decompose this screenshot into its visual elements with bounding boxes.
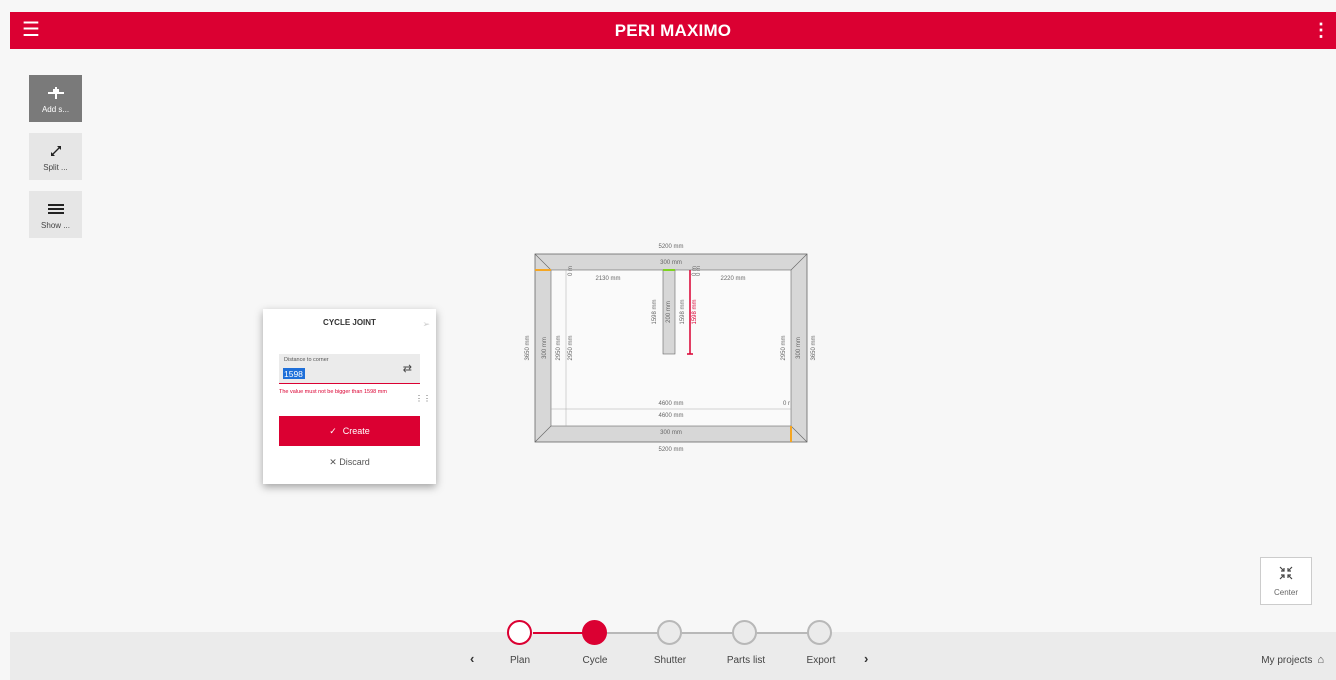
step-export-circle[interactable] <box>807 620 832 645</box>
close-icon: ✕ <box>329 457 337 467</box>
step-parts-list-label[interactable]: Parts list <box>727 655 765 666</box>
create-label: Create <box>342 426 370 436</box>
previous-step-icon[interactable]: ‹ <box>470 651 474 666</box>
distance-field-label: Distance to corner <box>284 357 329 363</box>
svg-text:4600 mm: 4600 mm <box>658 401 683 407</box>
svg-text:0 r: 0 r <box>783 401 790 407</box>
layers-icon <box>47 200 64 218</box>
svg-text:0 m: 0 m <box>568 266 574 276</box>
more-options-icon[interactable]: ⋮ <box>1312 18 1330 42</box>
dialog-title: CYCLE JOINT <box>323 318 376 327</box>
svg-text:300 mm: 300 mm <box>796 337 802 359</box>
my-projects-link[interactable]: My projects ⌂ <box>1261 654 1324 666</box>
svg-text:300 mm: 300 mm <box>542 337 548 359</box>
validation-error: The value must not be bigger than 1598 m… <box>279 389 387 395</box>
svg-text:2950 mm: 2950 mm <box>781 335 787 360</box>
home-icon: ⌂ <box>1317 654 1324 666</box>
svg-text:1598 mm: 1598 mm <box>692 299 698 324</box>
center-label: Center <box>1273 587 1298 597</box>
collapse-arrows-icon <box>1278 566 1294 582</box>
app-header: ☰ PERI MAXIMO ⋮ <box>10 12 1336 49</box>
svg-text:2220 mm: 2220 mm <box>720 276 745 282</box>
distance-input[interactable] <box>283 368 305 379</box>
next-step-icon[interactable]: › <box>864 651 868 666</box>
floor-plan-drawing[interactable]: 5200 mm 300 mm 2130 mm 2220 mm 0 m 0 m 0… <box>520 236 820 458</box>
cycle-joint-dialog: CYCLE JOINT ➢ Distance to corner ⇄ The v… <box>263 309 436 484</box>
step-cycle-circle[interactable] <box>582 620 607 645</box>
svg-text:3650 mm: 3650 mm <box>811 335 817 360</box>
step-parts-list-circle[interactable] <box>732 620 757 645</box>
add-segment-label: Add s... <box>41 104 70 114</box>
svg-text:3650 mm: 3650 mm <box>525 335 531 360</box>
step-export-label[interactable]: Export <box>807 655 836 666</box>
add-segment-icon <box>47 84 64 102</box>
center-view-button[interactable]: Center <box>1260 557 1312 605</box>
svg-text:2130 mm: 2130 mm <box>595 276 620 282</box>
step-shutter-label[interactable]: Shutter <box>654 655 686 666</box>
svg-text:5200 mm: 5200 mm <box>658 447 683 453</box>
svg-text:300 mm: 300 mm <box>660 260 682 266</box>
step-cycle-label[interactable]: Cycle <box>582 655 607 666</box>
add-segment-tool[interactable]: Add s... <box>29 75 82 122</box>
svg-text:2950 mm: 2950 mm <box>556 335 562 360</box>
split-arrows-icon <box>49 142 63 160</box>
svg-text:300 mm: 300 mm <box>660 430 682 436</box>
svg-text:200 mm: 200 mm <box>666 301 672 323</box>
split-tool[interactable]: Split ... <box>29 133 82 180</box>
app-title: PERI MAXIMO <box>614 20 732 40</box>
show-tool[interactable]: Show ... <box>29 191 82 238</box>
distance-to-corner-field[interactable]: Distance to corner ⇄ <box>279 354 420 384</box>
discard-button[interactable]: ✕ Discard <box>263 457 436 468</box>
split-label: Split ... <box>43 162 68 172</box>
svg-text:2950 mm: 2950 mm <box>568 335 574 360</box>
my-projects-label: My projects <box>1261 654 1313 666</box>
hamburger-menu-icon[interactable]: ☰ <box>22 20 42 40</box>
svg-text:1598 mm: 1598 mm <box>652 299 658 324</box>
pin-icon[interactable]: ➢ <box>422 319 430 330</box>
check-icon: ✓ <box>329 425 337 436</box>
step-plan-label[interactable]: Plan <box>510 655 530 666</box>
svg-text:5200 mm: 5200 mm <box>658 244 683 250</box>
swap-direction-icon[interactable]: ⇄ <box>403 362 412 375</box>
svg-text:0 m: 0 m <box>692 266 698 276</box>
create-button[interactable]: ✓ Create <box>279 416 420 446</box>
step-shutter-circle[interactable] <box>657 620 682 645</box>
discard-label: Discard <box>339 457 370 467</box>
svg-text:4600 mm: 4600 mm <box>658 413 683 419</box>
show-label: Show ... <box>41 220 70 230</box>
workflow-steps: ‹ Plan Cycle Shutter Parts list Export › <box>10 620 1336 680</box>
svg-text:1598 mm: 1598 mm <box>680 299 686 324</box>
drag-handle-icon[interactable]: ⋮⋮ <box>415 394 431 403</box>
workflow-bar: ‹ Plan Cycle Shutter Parts list Export ›… <box>10 620 1336 680</box>
step-plan-circle[interactable] <box>507 620 532 645</box>
